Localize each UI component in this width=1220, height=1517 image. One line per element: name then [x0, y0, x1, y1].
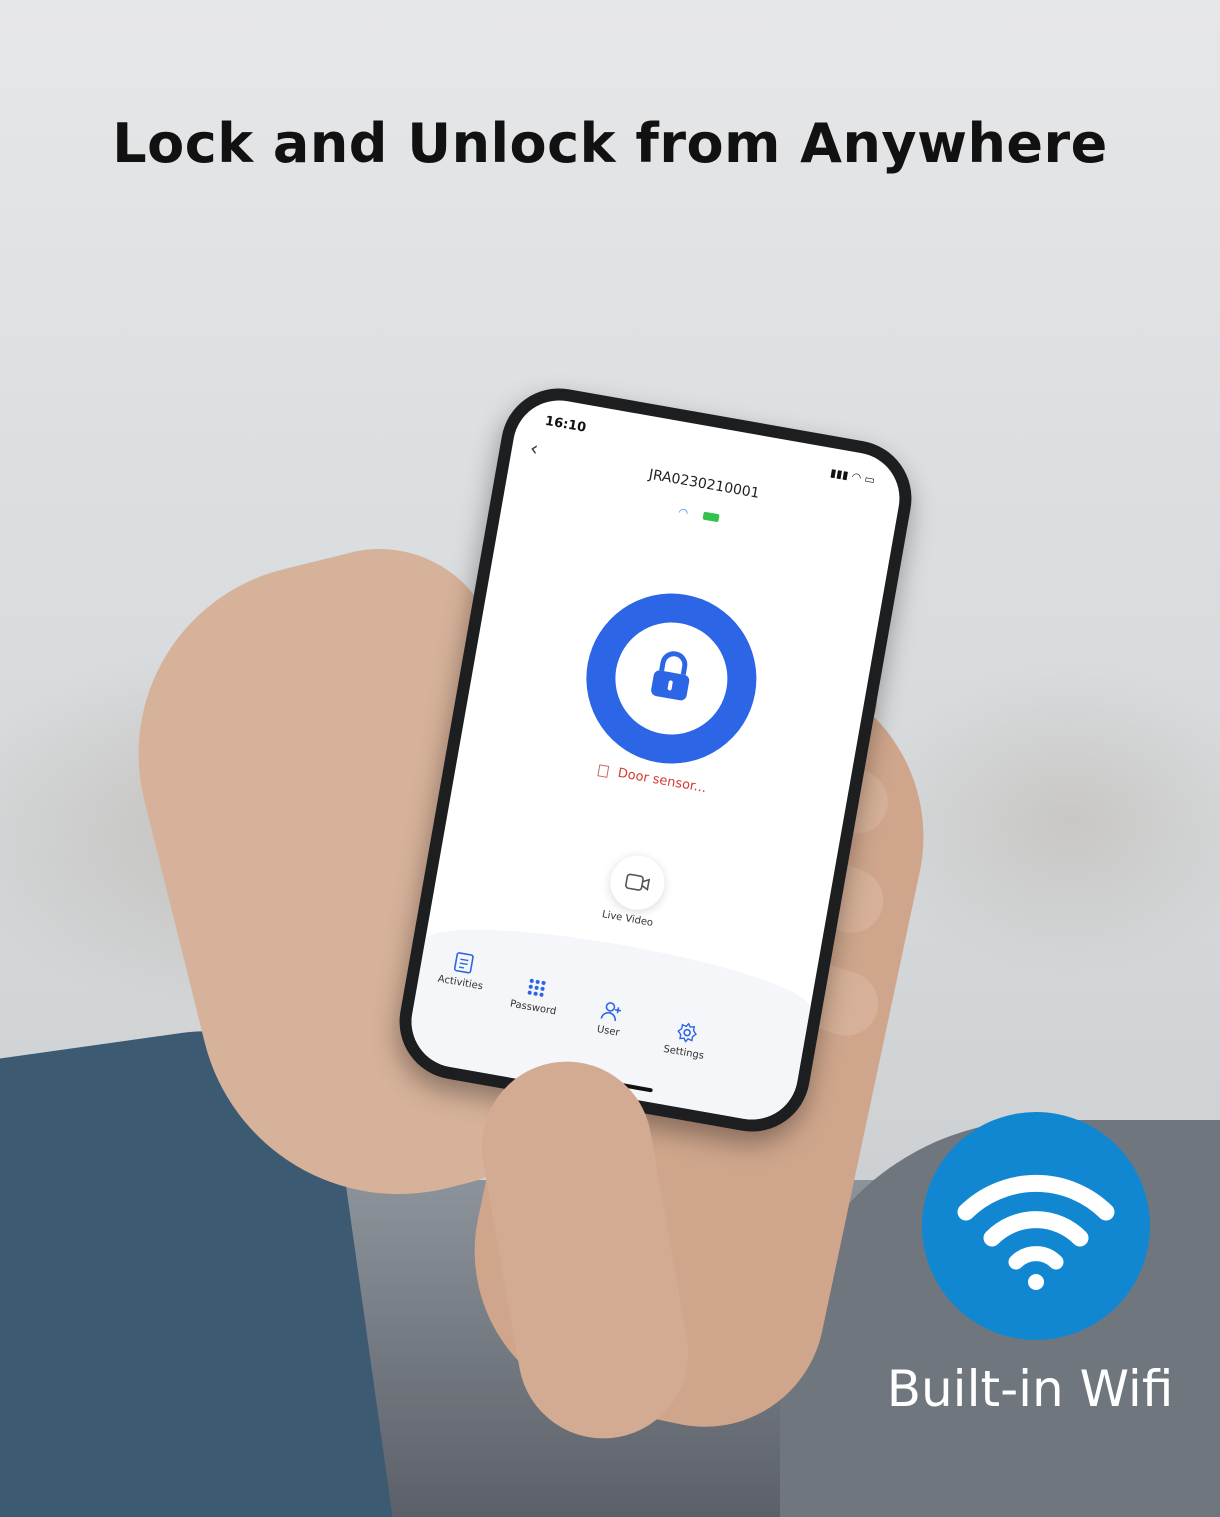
live-video-button[interactable] [606, 851, 669, 915]
tab-label: Password [509, 998, 558, 1018]
headline: Lock and Unlock from Anywhere [112, 112, 1108, 175]
user-add-icon [600, 1002, 622, 1022]
battery-level-icon [702, 511, 720, 522]
wifi-badge-label: Built-in Wifi [886, 1360, 1174, 1418]
door-sensor-text: Door sensor... [616, 765, 708, 797]
wifi-connected-icon: ◠ [677, 505, 690, 520]
signal-icon: ▮▮▮ [829, 466, 850, 483]
wifi-badge [922, 1112, 1150, 1340]
list-icon [453, 952, 474, 974]
status-time: 16:10 [543, 413, 588, 436]
wifi-icon [957, 1174, 1115, 1290]
door-sensor-icon [596, 763, 609, 778]
tab-label: Activities [436, 973, 484, 993]
lock-inner-circle [606, 613, 737, 744]
tab-settings[interactable]: Settings [643, 1015, 728, 1065]
video-camera-icon [625, 873, 651, 891]
wifi-status-icon: ◠ [850, 469, 863, 485]
tab-activities[interactable]: Activities [420, 945, 505, 995]
tab-user[interactable]: User [568, 993, 653, 1043]
status-icons: ▮▮▮ ◠ ▭ [829, 466, 876, 487]
battery-icon: ▭ [863, 472, 877, 487]
tab-label: User [595, 1024, 621, 1039]
padlock-icon [651, 651, 690, 701]
lock-unlock-button[interactable] [572, 580, 770, 777]
gear-icon [677, 1022, 697, 1043]
tab-label: Settings [662, 1043, 705, 1062]
keypad-icon [527, 978, 546, 997]
tab-password[interactable]: Password [493, 970, 578, 1020]
